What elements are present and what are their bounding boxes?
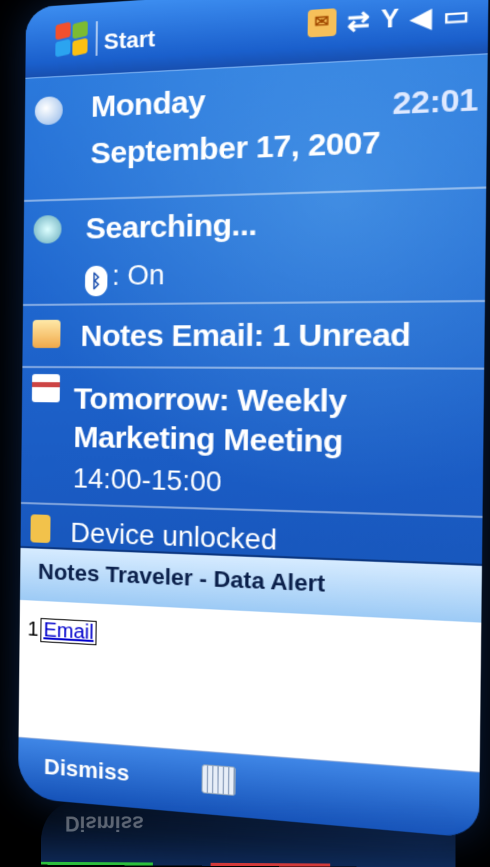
title-separator (95, 21, 98, 56)
appointment-row[interactable]: Tomorrow: Weekly Marketing Meeting 14:00… (21, 370, 484, 514)
battery-icon[interactable]: ▭ (443, 0, 470, 33)
reflection-text: Dismiss (65, 811, 144, 836)
bluetooth-status[interactable]: ᛒ : On (84, 259, 165, 297)
screen-reflection: Dismiss (41, 798, 456, 867)
keyboard-icon[interactable] (201, 764, 236, 796)
device-screen: Start ✉ ⇄ Y ◀︎ ▭ Monday September 17, 20… (17, 0, 489, 839)
dismiss-button[interactable]: Dismiss (44, 754, 129, 787)
bluetooth-icon: ᛒ (84, 265, 108, 297)
appointment-title: Tomorrow: Weekly Marketing Meeting (73, 382, 347, 460)
mail-notification-icon[interactable]: ✉ (307, 8, 337, 38)
appointment-time: 14:00-15:00 (72, 463, 223, 498)
wireless-icon (33, 214, 62, 244)
wireless-status: Searching... (85, 207, 257, 246)
alert-count: 1 (27, 618, 39, 641)
dialog-body: 1 Email (27, 617, 97, 646)
reflection-red-bar (210, 862, 331, 867)
start-button[interactable]: Start (104, 26, 156, 56)
lock-icon (30, 514, 51, 544)
email-link[interactable]: Email (40, 617, 97, 646)
email-row[interactable]: Notes Email: 1 Unread (22, 304, 485, 365)
email-icon (32, 319, 61, 348)
date-row[interactable]: Monday September 17, 2007 22:01 (24, 64, 488, 198)
wireless-row[interactable]: Searching... ᛒ : On (23, 191, 486, 300)
clock-icon (34, 95, 63, 126)
signal-antenna-icon[interactable]: Y (381, 4, 399, 36)
calendar-icon (31, 374, 61, 403)
time-label: 22:01 (392, 82, 479, 122)
day-label: Monday (90, 84, 206, 124)
reflection-green-bar (41, 861, 153, 866)
date-label: September 17, 2007 (90, 125, 381, 171)
speaker-icon[interactable]: ◀︎ (410, 2, 431, 35)
status-icons: ✉ ⇄ Y ◀︎ ▭ (307, 0, 470, 41)
sync-arrows-icon[interactable]: ⇄ (347, 6, 370, 38)
email-status: Notes Email: 1 Unread (80, 317, 411, 354)
divider (22, 365, 485, 370)
bluetooth-label: : On (111, 259, 165, 291)
windows-logo-icon[interactable] (55, 20, 90, 58)
